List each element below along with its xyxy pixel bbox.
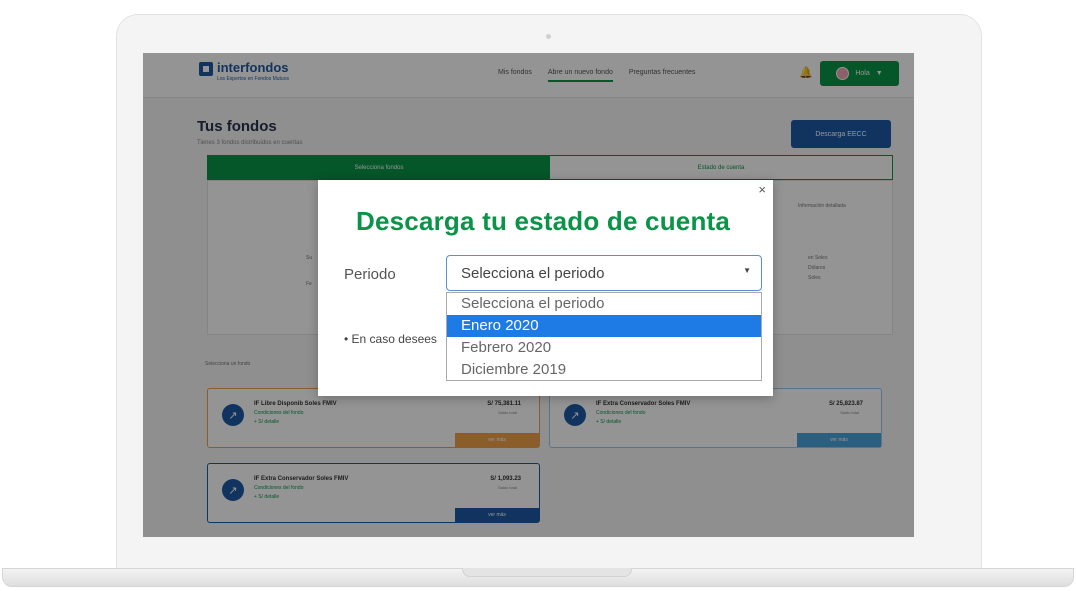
modal-note: • En caso desees bbox=[344, 332, 437, 346]
period-select[interactable]: Selecciona el periodo ▼ bbox=[446, 255, 762, 291]
app-screen: interfondos Los Expertos en Fondos Mutuo… bbox=[143, 53, 914, 537]
dropdown-option-diciembre-2019[interactable]: Diciembre 2019 bbox=[447, 359, 761, 381]
dropdown-option-enero-2020[interactable]: Enero 2020 bbox=[447, 315, 761, 337]
dropdown-option-febrero-2020[interactable]: Febrero 2020 bbox=[447, 337, 761, 359]
laptop-notch bbox=[462, 568, 632, 577]
close-icon[interactable]: × bbox=[758, 182, 766, 197]
dropdown-arrow-icon: ▼ bbox=[743, 266, 751, 275]
period-select-value: Selecciona el periodo bbox=[461, 265, 605, 282]
modal-title: Descarga tu estado de cuenta bbox=[356, 206, 731, 236]
period-dropdown: Selecciona el periodo Enero 2020 Febrero… bbox=[446, 292, 762, 381]
period-label: Periodo bbox=[344, 266, 396, 283]
dropdown-option[interactable]: Selecciona el periodo bbox=[447, 293, 761, 315]
download-modal: × Descarga tu estado de cuenta Periodo S… bbox=[318, 180, 773, 396]
camera-dot bbox=[546, 34, 551, 39]
